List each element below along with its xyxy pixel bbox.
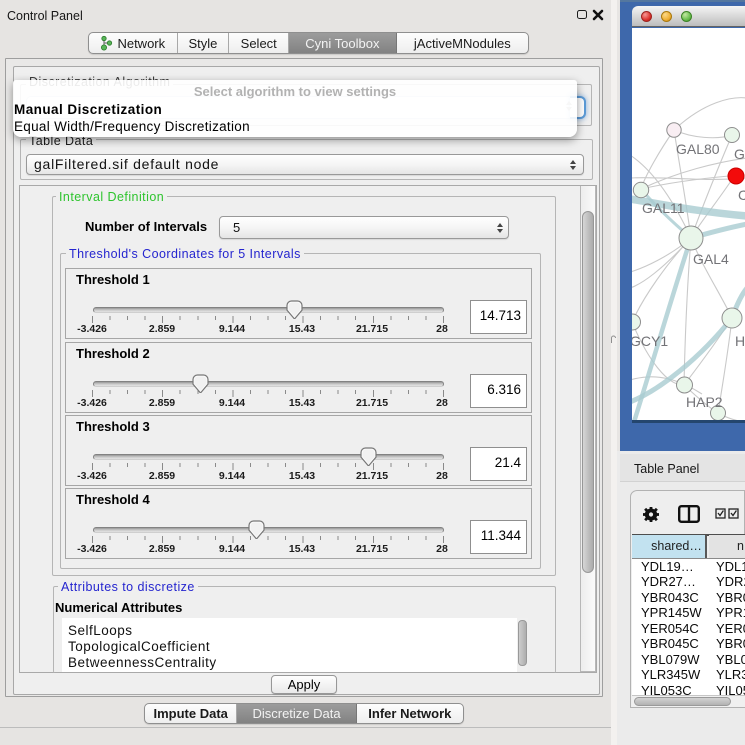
svg-text:GCY1: GCY1 xyxy=(632,333,668,349)
svg-text:HAP2: HAP2 xyxy=(686,394,723,410)
svg-text:H: H xyxy=(735,333,745,349)
svg-text:GA: GA xyxy=(734,146,745,162)
svg-text:GAL11: GAL11 xyxy=(642,200,685,216)
svg-text:C: C xyxy=(738,187,745,203)
svg-text:GAL80: GAL80 xyxy=(676,141,720,157)
svg-text:GAL4: GAL4 xyxy=(693,251,729,267)
